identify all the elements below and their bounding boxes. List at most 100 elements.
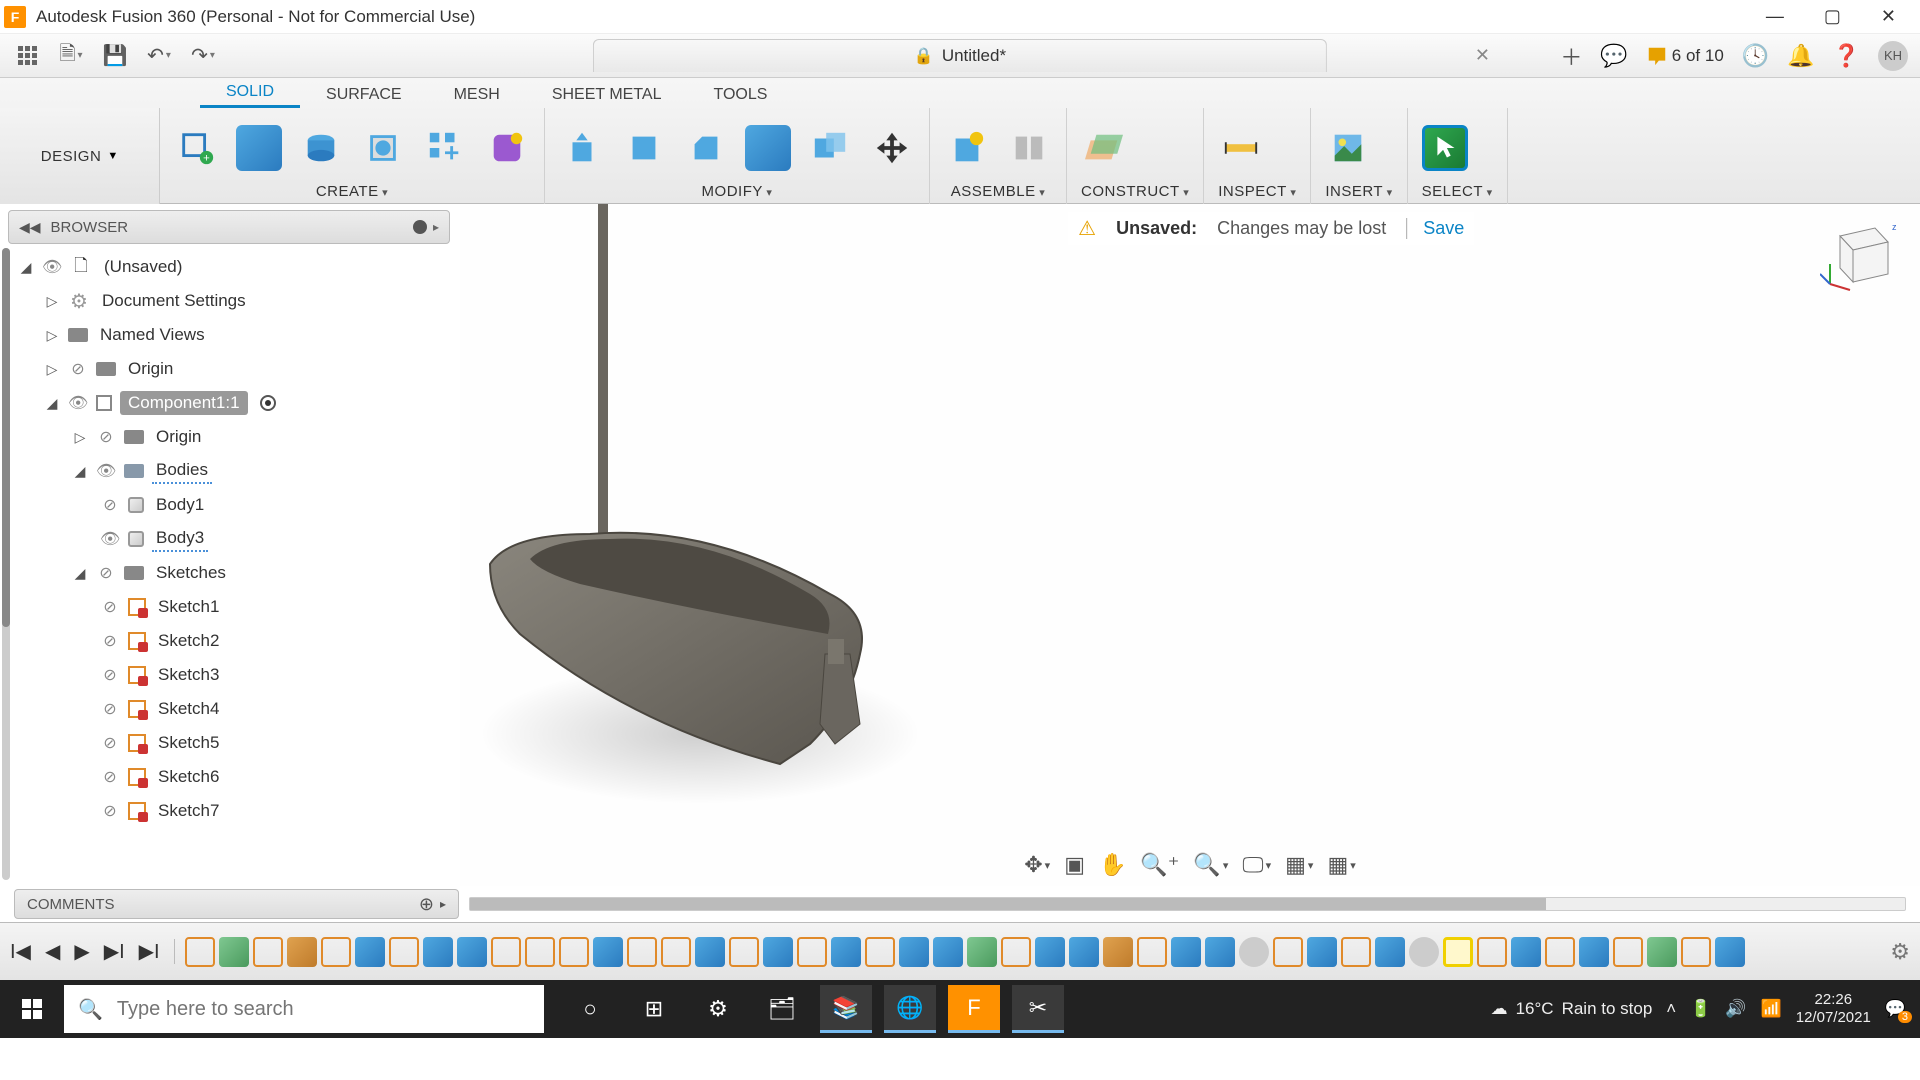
timeline-op[interactable] xyxy=(1613,937,1643,967)
tab-mesh[interactable]: MESH xyxy=(428,82,526,108)
timeline-op[interactable] xyxy=(695,937,725,967)
close-button[interactable]: ✕ xyxy=(1881,6,1896,27)
file-explorer-app[interactable]: 🗂 xyxy=(756,985,808,1033)
timeline-op[interactable] xyxy=(831,937,861,967)
tree-body3[interactable]: 👁Body3 xyxy=(18,522,456,556)
timeline-op[interactable] xyxy=(423,937,453,967)
group-inspect-label[interactable]: INSPECT xyxy=(1218,181,1296,202)
create-sketch-button[interactable]: + xyxy=(174,125,220,171)
timeline-op[interactable] xyxy=(1273,937,1303,967)
timeline-op[interactable] xyxy=(525,937,555,967)
tree-component[interactable]: ◢👁Component1:1 xyxy=(18,386,456,420)
construct-plane-button[interactable] xyxy=(1081,125,1127,171)
timeline-op[interactable] xyxy=(491,937,521,967)
joint-button[interactable] xyxy=(1006,125,1052,171)
display-settings-button[interactable]: 🖵▾ xyxy=(1242,852,1271,878)
timeline-op[interactable] xyxy=(1681,937,1711,967)
canvas-h-scrollbar[interactable] xyxy=(469,897,1906,911)
tree-sketch3[interactable]: ⊘Sketch3 xyxy=(18,658,456,692)
timeline-op-current[interactable] xyxy=(1443,937,1473,967)
tree-root[interactable]: ◢👁🗋(Unsaved) xyxy=(18,250,456,284)
close-tab-button[interactable]: ✕ xyxy=(1475,45,1490,66)
tab-tools[interactable]: TOOLS xyxy=(687,82,793,108)
fusion-app[interactable]: F xyxy=(948,985,1000,1033)
timeline-play-button[interactable]: ▶ xyxy=(74,939,89,964)
timeline-prev-button[interactable]: ◀ xyxy=(45,939,60,964)
create-cylinder-button[interactable] xyxy=(298,125,344,171)
minimize-button[interactable]: — xyxy=(1766,6,1784,27)
timeline-op[interactable] xyxy=(219,937,249,967)
timeline-op[interactable] xyxy=(1545,937,1575,967)
fit-button[interactable]: 🔍▾ xyxy=(1193,852,1228,878)
tree-body1[interactable]: ⊘Body1 xyxy=(18,488,456,522)
tree-sketch6[interactable]: ⊘Sketch6 xyxy=(18,760,456,794)
create-sphere-button[interactable] xyxy=(360,125,406,171)
tree-sketch5[interactable]: ⊘Sketch5 xyxy=(18,726,456,760)
tree-origin[interactable]: ▷⊘Origin xyxy=(18,352,456,386)
data-panel-button[interactable] xyxy=(12,41,42,71)
user-avatar[interactable]: KH xyxy=(1878,41,1908,71)
undo-button[interactable]: ↶ xyxy=(144,41,174,71)
warning-save-link[interactable]: Save xyxy=(1406,218,1464,239)
tree-sketch2[interactable]: ⊘Sketch2 xyxy=(18,624,456,658)
notifications-icon[interactable]: 🔔 xyxy=(1787,43,1814,69)
tree-sketch1[interactable]: ⊘Sketch1 xyxy=(18,590,456,624)
document-tab[interactable]: 🔒 Untitled* xyxy=(593,39,1327,72)
start-button[interactable] xyxy=(0,999,64,1019)
timeline-op[interactable] xyxy=(1307,937,1337,967)
create-box-button[interactable] xyxy=(236,125,282,171)
timeline-op[interactable] xyxy=(389,937,419,967)
pan-button[interactable]: ✋ xyxy=(1099,852,1126,878)
taskbar-search[interactable]: 🔍 xyxy=(64,985,544,1033)
task-view-button[interactable]: ⊞ xyxy=(628,985,680,1033)
maximize-button[interactable]: ▢ xyxy=(1824,6,1841,27)
job-status[interactable]: 6 of 10 xyxy=(1646,45,1724,67)
snip-app[interactable]: ✂ xyxy=(1012,985,1064,1033)
insert-button[interactable] xyxy=(1325,125,1371,171)
timeline-op[interactable] xyxy=(321,937,351,967)
timeline-op[interactable] xyxy=(1375,937,1405,967)
timeline-op[interactable] xyxy=(967,937,997,967)
timeline-op[interactable] xyxy=(1715,937,1745,967)
timeline-op[interactable] xyxy=(559,937,589,967)
workspace-switcher[interactable]: DESIGN▼ xyxy=(0,108,160,204)
timeline-op[interactable] xyxy=(593,937,623,967)
timeline-op[interactable] xyxy=(1035,937,1065,967)
timeline-op[interactable] xyxy=(899,937,929,967)
timeline-op[interactable] xyxy=(729,937,759,967)
help-icon[interactable]: ❓ xyxy=(1833,43,1860,69)
tree-doc-settings[interactable]: ▷⚙Document Settings xyxy=(18,284,456,318)
cortana-button[interactable]: ○ xyxy=(564,985,616,1033)
timeline-next-button[interactable]: ▶I xyxy=(104,939,125,964)
tree-bodies[interactable]: ◢👁Bodies xyxy=(18,454,456,488)
timeline-op[interactable] xyxy=(627,937,657,967)
group-insert-label[interactable]: INSERT xyxy=(1325,181,1392,202)
timeline-op[interactable] xyxy=(1477,937,1507,967)
select-button[interactable] xyxy=(1422,125,1468,171)
viewport-canvas[interactable]: ⚠ Unsaved: Changes may be lost Save xyxy=(460,204,1920,886)
updates-icon[interactable]: 🕓 xyxy=(1742,43,1769,69)
tray-chevron-icon[interactable]: ˄ xyxy=(1666,999,1676,1019)
view-cube[interactable]: z xyxy=(1820,216,1900,296)
group-construct-label[interactable]: CONSTRUCT xyxy=(1081,181,1189,202)
timeline-op[interactable] xyxy=(287,937,317,967)
timeline-op[interactable] xyxy=(797,937,827,967)
orbit-button[interactable]: ✥▾ xyxy=(1024,852,1050,878)
rar-app[interactable]: 📚 xyxy=(820,985,872,1033)
timeline-op[interactable] xyxy=(1103,937,1133,967)
timeline-op[interactable] xyxy=(933,937,963,967)
tab-sheet-metal[interactable]: SHEET METAL xyxy=(526,82,688,108)
wifi-icon[interactable]: 📶 xyxy=(1761,999,1782,1019)
grid-settings-button[interactable]: ▦▾ xyxy=(1285,852,1313,878)
settings-app[interactable]: ⚙ xyxy=(692,985,744,1033)
timeline-op[interactable] xyxy=(865,937,895,967)
tab-surface[interactable]: SURFACE xyxy=(300,82,428,108)
weather-widget[interactable]: ☁ 16°C Rain to stop xyxy=(1491,999,1653,1019)
timeline-op[interactable] xyxy=(1239,937,1269,967)
timeline-op[interactable] xyxy=(1647,937,1677,967)
volume-icon[interactable]: 🔊 xyxy=(1725,999,1746,1019)
battery-icon[interactable]: 🔋 xyxy=(1690,999,1711,1019)
file-menu-button[interactable]: 🗎 xyxy=(56,41,86,71)
clock[interactable]: 22:26 12/07/2021 xyxy=(1796,991,1871,1027)
tree-sketch7[interactable]: ⊘Sketch7 xyxy=(18,794,456,828)
